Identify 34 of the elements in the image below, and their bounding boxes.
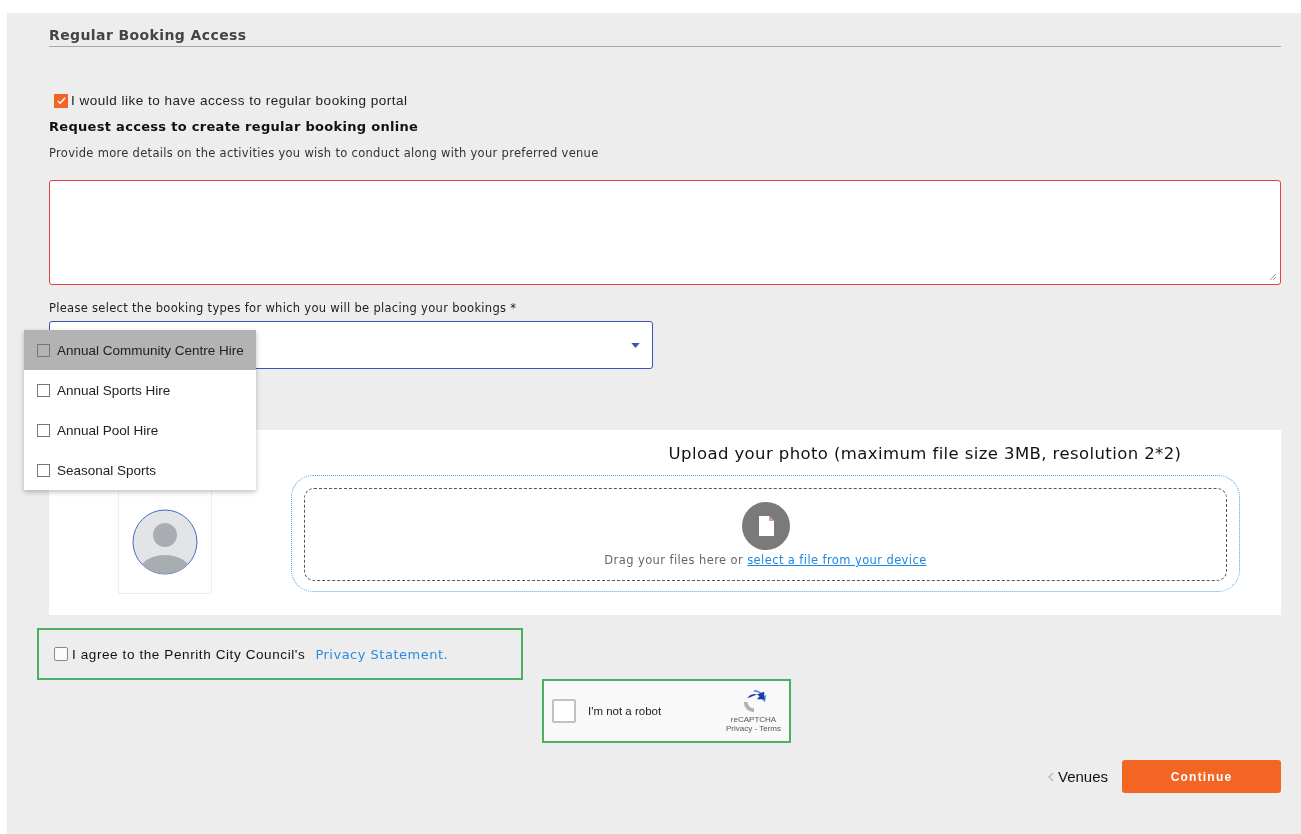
avatar-icon [132, 508, 198, 575]
select-file-link[interactable]: select a file from your device [747, 553, 927, 567]
checkbox[interactable] [37, 383, 50, 397]
checkbox[interactable] [54, 93, 68, 108]
option-label: Annual Community Centre Hire [57, 342, 244, 358]
resize-grip-icon[interactable] [1269, 273, 1277, 281]
dropdown-option[interactable]: Annual Sports Hire [24, 370, 256, 410]
captcha-checkbox[interactable] [552, 699, 576, 723]
file-icon [741, 502, 790, 550]
dropdown-option[interactable]: Annual Pool Hire [24, 410, 256, 450]
chevron-left-icon [1047, 771, 1054, 782]
checkbox[interactable] [54, 647, 68, 661]
checkbox[interactable] [37, 343, 50, 357]
option-label: Annual Pool Hire [57, 422, 159, 438]
section-title: Regular Booking Access [49, 27, 247, 43]
checkbox[interactable] [37, 423, 50, 437]
back-link[interactable]: Venues [1047, 768, 1108, 785]
upload-title: Upload your photo (maximum file size 3MB, resolution 2*2) [667, 444, 1183, 463]
details-field[interactable] [49, 180, 1281, 285]
recaptcha-brand: reCAPTCHA [730, 715, 777, 724]
checkbox-label: I would like to have access to regular booking portal [71, 93, 408, 108]
dropdown-option[interactable]: Annual Community Centre Hire [24, 330, 256, 370]
option-label: Seasonal Sports [57, 462, 157, 478]
dropdown-caret-icon [631, 342, 640, 348]
dropdown-option[interactable]: Seasonal Sports [24, 450, 256, 490]
agreement-label: I agree to the Penrith City Council's [72, 646, 306, 662]
booking-types-label: Please select the booking types for which you will be placing your bookings * [49, 301, 518, 315]
request-title: Request access to create regular booking online [49, 119, 420, 134]
recaptcha-terms: Privacy - Terms [726, 724, 781, 733]
captcha-label: I'm not a robot [588, 705, 663, 717]
option-label: Annual Sports Hire [57, 382, 171, 398]
request-hint: Provide more details on the activities you wish to conduct along with your preferred venue [49, 146, 600, 160]
checkbox[interactable] [37, 463, 50, 477]
drop-hint: Drag your files here or [604, 553, 744, 567]
